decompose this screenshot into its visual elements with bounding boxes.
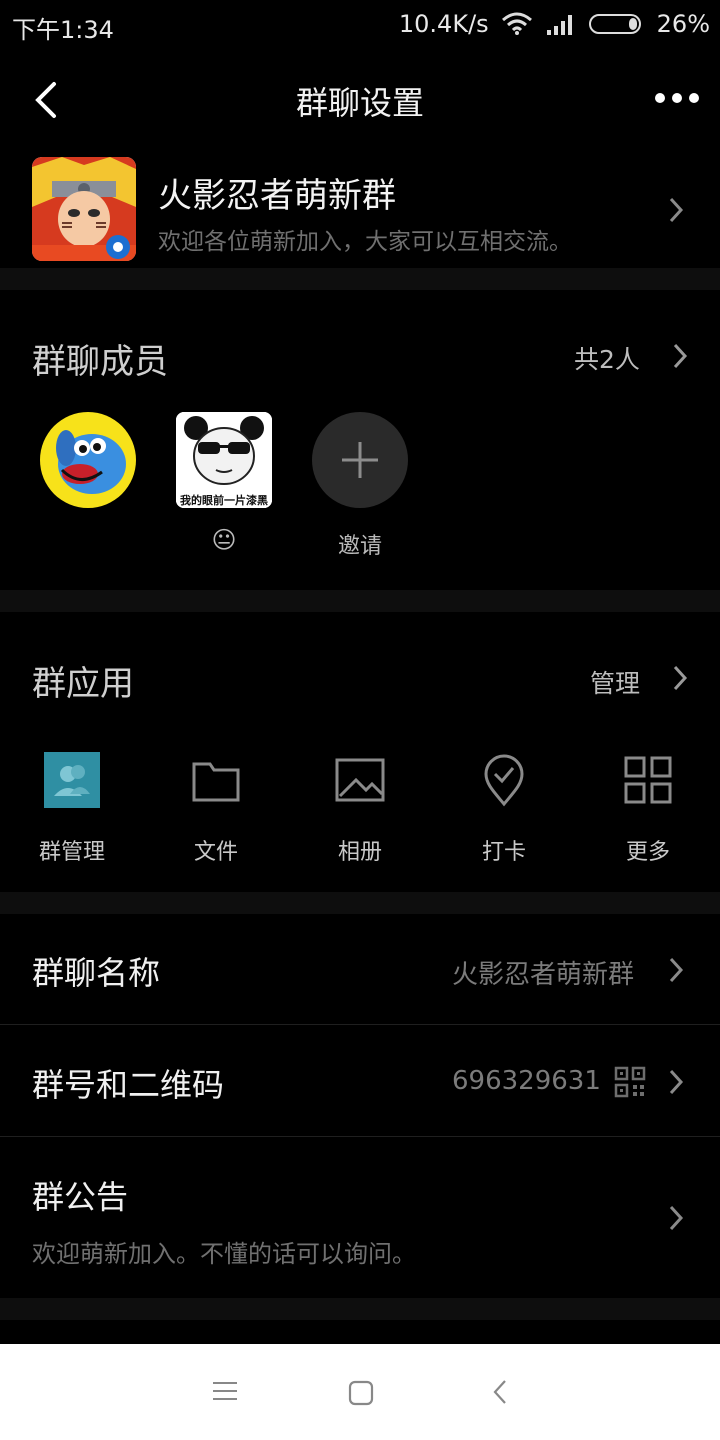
- back-nav-icon[interactable]: [490, 1378, 510, 1406]
- chevron-right-icon: [669, 197, 684, 223]
- status-right: 10.4K/s 26%: [399, 10, 710, 38]
- group-number-value: 696329631: [452, 1066, 601, 1096]
- app-group-manage[interactable]: 群管理: [12, 752, 132, 866]
- status-bar: 下午1:34 10.4K/s 26%: [0, 0, 720, 50]
- status-time: 下午1:34: [12, 16, 114, 44]
- meme-caption: 我的眼前一片漆黑: [180, 494, 268, 507]
- plus-icon: [342, 442, 378, 478]
- page-title: 群聊设置: [295, 84, 424, 122]
- chevron-right-icon: [669, 1069, 684, 1095]
- group-manage-icon: [44, 752, 100, 808]
- group-name: 火影忍者萌新群: [158, 176, 396, 216]
- more-icon[interactable]: [654, 88, 700, 108]
- section-separator: [0, 590, 720, 612]
- section-separator: [0, 1298, 720, 1320]
- members-title: 群聊成员: [32, 342, 168, 382]
- home-icon[interactable]: [348, 1380, 374, 1406]
- battery-icon: [588, 14, 641, 34]
- invite-label: 邀请: [337, 534, 382, 559]
- group-notice-value: 欢迎萌新加入。不懂的话可以询问。: [32, 1240, 416, 1268]
- app-more[interactable]: 更多: [588, 752, 708, 866]
- title-bar: 群聊设置: [0, 50, 720, 150]
- app-label: 文件: [193, 840, 238, 865]
- qr-code-icon[interactable]: [614, 1066, 646, 1098]
- chevron-right-icon: [669, 957, 684, 983]
- chevron-right-icon[interactable]: [672, 342, 688, 370]
- checkin-icon: [484, 754, 524, 807]
- members-count[interactable]: 共2人: [574, 340, 640, 376]
- app-checkin[interactable]: 打卡: [444, 752, 564, 866]
- apps-manage-link[interactable]: 管理: [590, 664, 640, 700]
- naruto-avatar-image: [32, 157, 136, 261]
- group-avatar[interactable]: [32, 157, 136, 261]
- image-icon: [335, 758, 385, 802]
- group-description: 欢迎各位萌新加入，大家可以互相交流。: [158, 229, 572, 255]
- network-speed: 10.4K/s: [398, 10, 489, 38]
- battery-percent: 26%: [656, 10, 710, 38]
- section-separator: [0, 892, 720, 914]
- app-label: 相册: [337, 840, 382, 865]
- group-number-label: 群号和二维码: [32, 1066, 225, 1104]
- grid-icon: [624, 756, 672, 804]
- chevron-right-icon: [669, 1205, 684, 1231]
- menu-icon[interactable]: [212, 1380, 238, 1402]
- dog-avatar-image: [40, 412, 136, 508]
- app-files[interactable]: 文件: [156, 752, 276, 866]
- app-album[interactable]: 相册: [300, 752, 420, 866]
- app-label: 群管理: [38, 840, 105, 865]
- section-separator: [0, 268, 720, 290]
- invite-button[interactable]: [312, 412, 408, 508]
- apps-title: 群应用: [32, 664, 134, 704]
- member-name: 😐: [211, 526, 237, 554]
- app-label: 打卡: [481, 840, 526, 865]
- app-label: 更多: [625, 840, 670, 865]
- system-nav-bar: [0, 1344, 720, 1440]
- member-avatar[interactable]: [40, 412, 136, 508]
- wifi-icon: [501, 12, 532, 35]
- group-name-value: 火影忍者萌新群: [452, 960, 635, 990]
- group-name-label: 群聊名称: [32, 954, 161, 992]
- folder-icon: [192, 762, 240, 802]
- chevron-right-icon[interactable]: [672, 664, 688, 692]
- signal-icon: [546, 15, 572, 35]
- group-notice-label: 群公告: [32, 1178, 129, 1216]
